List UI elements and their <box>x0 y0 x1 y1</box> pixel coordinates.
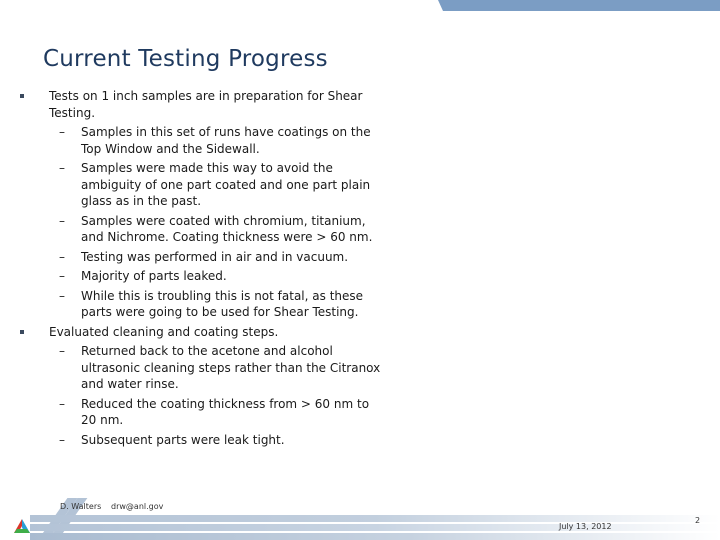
sub-bullet-text: Returned back to the acetone and alcohol… <box>81 344 381 391</box>
sub-bullet-text: Reduced the coating thickness from > 60 … <box>81 396 370 428</box>
dash-bullet-icon: – <box>59 288 65 303</box>
sub-bullet-item: – Returned back to the acetone and alcoh… <box>0 343 381 393</box>
dash-bullet-icon: – <box>59 344 65 358</box>
bullet-text: Tests on 1 inch samples are in preparati… <box>49 89 363 120</box>
sub-bullet-item: – Reduced the coating thickness from > 6… <box>0 396 381 429</box>
sub-bullet-text: Testing was performed in air and in vacu… <box>81 249 349 264</box>
dash-bullet-icon: – <box>59 249 65 264</box>
sub-bullet-text: While this is troubling this is not fata… <box>81 288 364 320</box>
dash-bullet-icon: – <box>59 269 65 283</box>
sub-bullet-item: – Subsequent parts were leak tight. <box>0 432 381 449</box>
sub-bullet-text: Samples in this set of runs have coating… <box>81 125 371 156</box>
slide-title: Current Testing Progress <box>43 46 328 72</box>
sub-bullet-item: – Majority of parts leaked. <box>0 268 381 285</box>
dash-bullet-icon: – <box>59 432 65 447</box>
sub-bullet-text: Majority of parts leaked. <box>81 269 227 283</box>
footer-band <box>30 533 720 540</box>
page-number: 2 <box>695 516 701 525</box>
bullet-item: Evaluated cleaning and coating steps. <box>0 324 379 341</box>
dash-bullet-icon: – <box>59 396 65 411</box>
sub-bullet-item: – While this is troubling this is not fa… <box>0 288 381 321</box>
sub-bullet-text: Samples were made this way to avoid the … <box>81 161 371 208</box>
square-bullet-icon <box>20 94 24 98</box>
sub-bullet-text: Subsequent parts were leak tight. <box>81 432 285 447</box>
bullet-item: Tests on 1 inch samples are in preparati… <box>0 88 379 121</box>
sub-bullet-item: – Samples were made this way to avoid th… <box>0 160 381 210</box>
square-bullet-icon <box>20 329 24 334</box>
argonne-logo-icon <box>14 519 30 533</box>
slide-content: Tests on 1 inch samples are in preparati… <box>0 88 420 451</box>
footer-date: July 13, 2012 <box>559 522 612 531</box>
sub-bullet-item: – Samples were coated with chromium, tit… <box>0 213 381 246</box>
top-banner <box>438 0 720 11</box>
sub-bullet-text: Samples were coated with chromium, titan… <box>81 213 373 245</box>
footer-band <box>30 524 720 531</box>
footer-email: drw@anl.gov <box>111 502 164 511</box>
dash-bullet-icon: – <box>59 125 65 139</box>
bullet-text: Evaluated cleaning and coating steps. <box>49 324 279 339</box>
dash-bullet-icon: – <box>59 213 65 228</box>
dash-bullet-icon: – <box>59 161 65 175</box>
footer-author: D. Walters <box>60 502 102 511</box>
sub-bullet-item: – Samples in this set of runs have coati… <box>0 124 381 157</box>
sub-bullet-item: – Testing was performed in air and in va… <box>0 249 381 266</box>
footer-band <box>30 515 720 522</box>
